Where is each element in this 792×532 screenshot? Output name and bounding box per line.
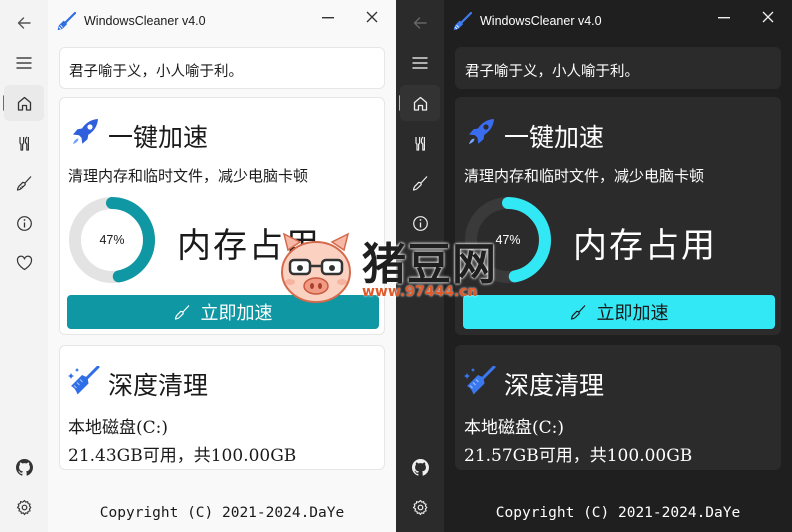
- nav-home[interactable]: [4, 85, 44, 121]
- home-icon: [17, 96, 31, 111]
- quote-text: 君子喻于义，小人喻于利。: [465, 64, 639, 80]
- github-icon: [15, 458, 33, 476]
- minimize-icon: [322, 17, 334, 19]
- title-bar: WindowsCleaner v4.0: [48, 0, 396, 42]
- nav-github[interactable]: [4, 449, 44, 485]
- tools-icon: [18, 136, 29, 151]
- close-button[interactable]: [360, 6, 384, 28]
- info-icon: [412, 215, 428, 231]
- deep-clean-title: 深度清理: [504, 371, 605, 400]
- back-button[interactable]: [4, 5, 44, 41]
- memory-percent: 47%: [495, 233, 521, 247]
- back-icon: [413, 17, 427, 29]
- window-dark: WindowsCleaner v4.0 君子喻于义，小人喻于利。 一键加速 清理…: [396, 0, 792, 532]
- minimize-button[interactable]: [316, 8, 340, 28]
- boost-description: 清理内存和临时文件，减少电脑卡顿: [68, 167, 309, 185]
- boost-button-label: 立即加速: [596, 303, 669, 324]
- app-logo-icon: [57, 12, 77, 31]
- menu-button[interactable]: [4, 45, 44, 81]
- app-title: WindowsCleaner v4.0: [84, 14, 206, 28]
- back-button[interactable]: [400, 5, 440, 41]
- heart-icon: [16, 255, 32, 271]
- quote-card: 君子喻于义，小人喻于利。: [455, 47, 781, 89]
- memory-percent: 47%: [99, 233, 125, 247]
- quote-text: 君子喻于义，小人喻于利。: [69, 64, 243, 80]
- deep-clean-title: 深度清理: [108, 371, 209, 400]
- brush-icon: [16, 175, 31, 191]
- nav-tools[interactable]: [4, 125, 44, 161]
- settings-icon: [412, 499, 427, 515]
- nav-about[interactable]: [400, 205, 440, 241]
- boost-title: 一键加速: [504, 123, 605, 152]
- copyright: Copyright (C) 2021-2024.DaYe: [495, 505, 741, 521]
- nav-clean[interactable]: [400, 165, 440, 201]
- menu-icon: [16, 57, 32, 69]
- boost-button[interactable]: 立即加速: [463, 295, 775, 329]
- nav-donate[interactable]: [4, 245, 44, 281]
- info-icon: [16, 215, 32, 231]
- broom-icon: [570, 304, 585, 320]
- deep-clean-broom-icon: [68, 366, 100, 395]
- nav-home[interactable]: [400, 85, 440, 121]
- memory-label: 内存占用: [573, 226, 717, 266]
- nav-settings[interactable]: [400, 489, 440, 525]
- disk-capacity: 21.57GB可用，共100.00GB: [464, 446, 693, 466]
- deep-clean-card[interactable]: 深度清理 本地磁盘(C:) 21.57GB可用，共100.00GB: [455, 345, 781, 470]
- broom-icon: [174, 304, 189, 320]
- disk-name: 本地磁盘(C:): [464, 418, 564, 438]
- menu-icon: [412, 57, 428, 69]
- settings-icon: [16, 499, 31, 515]
- memory-gauge: 47%: [464, 190, 552, 292]
- deep-clean-broom-icon: [464, 366, 496, 395]
- deep-clean-card[interactable]: 深度清理 本地磁盘(C:) 21.43GB可用，共100.00GB: [59, 345, 385, 470]
- boost-card: 一键加速 清理内存和临时文件，减少电脑卡顿 47% 内存占用 立即加速: [59, 97, 385, 335]
- boost-title: 一键加速: [108, 123, 209, 152]
- back-icon: [17, 17, 31, 29]
- rocket-icon: [73, 119, 98, 144]
- main-content: WindowsCleaner v4.0 君子喻于义，小人喻于利。 一键加速 清理…: [48, 0, 396, 532]
- app-logo-icon: [453, 12, 473, 31]
- boost-card: 一键加速 清理内存和临时文件，减少电脑卡顿 47% 内存占用 立即加速: [455, 97, 781, 335]
- rocket-icon: [469, 119, 494, 144]
- memory-label: 内存占用: [177, 226, 321, 266]
- nav-tools[interactable]: [400, 125, 440, 161]
- close-icon: [762, 11, 774, 23]
- disk-name: 本地磁盘(C:): [68, 418, 168, 438]
- nav-rail: [0, 0, 48, 532]
- boost-button[interactable]: 立即加速: [67, 295, 379, 329]
- nav-settings[interactable]: [4, 489, 44, 525]
- main-content: WindowsCleaner v4.0 君子喻于义，小人喻于利。 一键加速 清理…: [444, 0, 792, 532]
- disk-capacity: 21.43GB可用，共100.00GB: [68, 446, 297, 466]
- home-icon: [413, 96, 427, 111]
- close-icon: [366, 11, 378, 23]
- window-light: WindowsCleaner v4.0 君子喻于义，小人喻于利。 一键加速 清理…: [0, 0, 396, 532]
- memory-gauge: 47%: [68, 190, 156, 292]
- tools-icon: [414, 136, 425, 151]
- quote-card: 君子喻于义，小人喻于利。: [59, 47, 385, 89]
- app-title: WindowsCleaner v4.0: [480, 14, 602, 28]
- close-button[interactable]: [756, 6, 780, 28]
- boost-button-label: 立即加速: [200, 303, 273, 324]
- title-bar: WindowsCleaner v4.0: [444, 0, 792, 42]
- github-icon: [411, 458, 429, 476]
- brush-icon: [412, 175, 427, 191]
- minimize-button[interactable]: [712, 8, 736, 28]
- nav-clean[interactable]: [4, 165, 44, 201]
- nav-rail: [396, 0, 444, 532]
- menu-button[interactable]: [400, 45, 440, 81]
- minimize-icon: [718, 17, 730, 19]
- nav-about[interactable]: [4, 205, 44, 241]
- boost-description: 清理内存和临时文件，减少电脑卡顿: [464, 167, 705, 185]
- nav-github[interactable]: [400, 449, 440, 485]
- copyright: Copyright (C) 2021-2024.DaYe: [99, 505, 345, 521]
